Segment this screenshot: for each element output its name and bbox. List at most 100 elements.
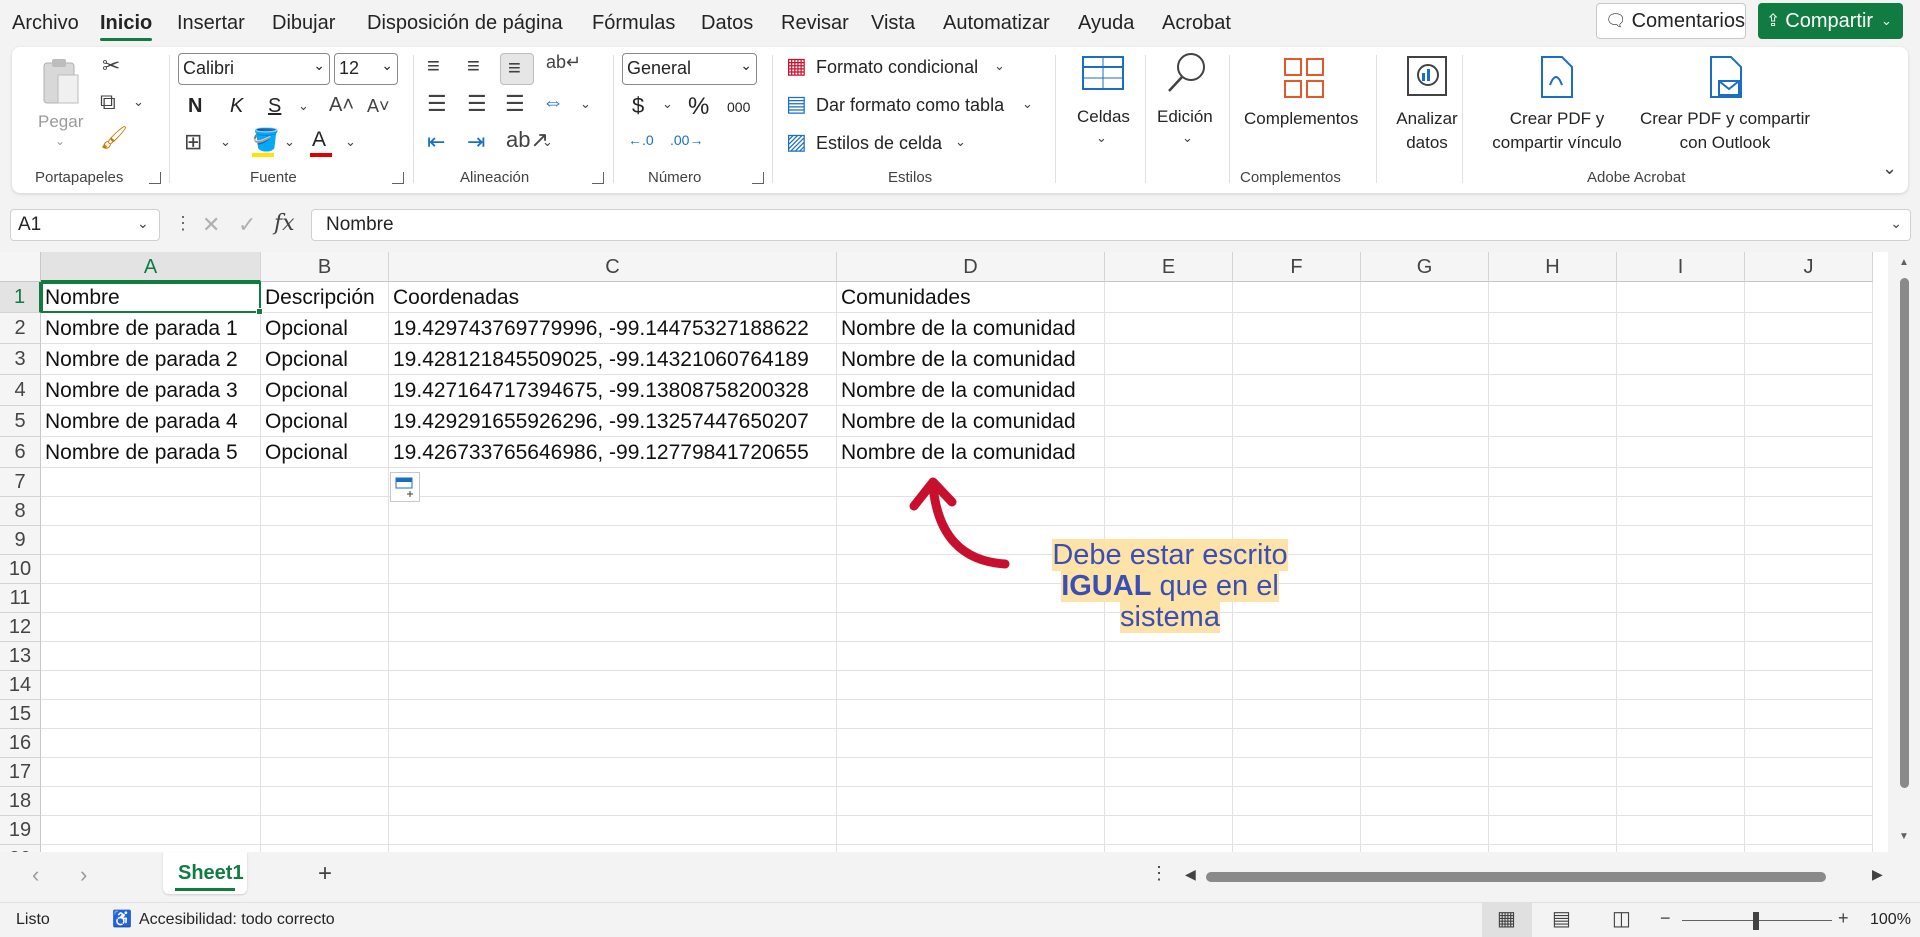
cell-a8[interactable] [41, 497, 261, 526]
cell-a14[interactable] [41, 671, 261, 700]
cell-i1[interactable] [1617, 282, 1745, 313]
cell-a6[interactable]: Nombre de parada 5 [41, 437, 261, 468]
cell-j15[interactable] [1745, 700, 1873, 729]
number-launcher-icon[interactable] [752, 172, 764, 184]
cell-g8[interactable] [1361, 497, 1489, 526]
cell-c6[interactable]: 19.426733765646986, -99.12779841720655 [389, 437, 837, 468]
cell-h16[interactable] [1489, 729, 1617, 758]
cell-d15[interactable] [837, 700, 1105, 729]
cell-j12[interactable] [1745, 613, 1873, 642]
borders-icon[interactable]: ⊞ [184, 131, 202, 153]
cell-c4[interactable]: 19.427164717394675, -99.13808758200328 [389, 375, 837, 406]
align-bottom-button[interactable]: ≡ [500, 53, 534, 85]
cell-a19[interactable] [41, 816, 261, 845]
cell-e7[interactable] [1105, 468, 1233, 497]
scroll-down-icon[interactable]: ▼ [1899, 832, 1909, 842]
cell-j18[interactable] [1745, 787, 1873, 816]
cell-e2[interactable] [1105, 313, 1233, 344]
cell-d18[interactable] [837, 787, 1105, 816]
share-button[interactable]: ⇪ Compartir ⌄ [1758, 3, 1903, 39]
cancel-icon[interactable]: ✕ [202, 214, 220, 236]
formula-input[interactable]: Nombre ⌄ [311, 209, 1911, 241]
cell-b13[interactable] [261, 642, 389, 671]
cell-h12[interactable] [1489, 613, 1617, 642]
cell-j10[interactable] [1745, 555, 1873, 584]
cell-g12[interactable] [1361, 613, 1489, 642]
collapse-ribbon-icon[interactable]: ⌄ [1882, 159, 1897, 177]
cell-c3[interactable]: 19.428121845509025, -99.14321060764189 [389, 344, 837, 375]
prev-sheet-icon[interactable]: ‹ [32, 864, 39, 886]
vertical-scroll-thumb[interactable] [1900, 278, 1909, 788]
cell-g20[interactable] [1361, 845, 1489, 852]
cell-a3[interactable]: Nombre de parada 2 [41, 344, 261, 375]
cell-g18[interactable] [1361, 787, 1489, 816]
cell-i4[interactable] [1617, 375, 1745, 406]
cell-e19[interactable] [1105, 816, 1233, 845]
decrease-indent-icon[interactable]: ⇤ [427, 131, 445, 153]
cell-j8[interactable] [1745, 497, 1873, 526]
cell-b3[interactable]: Opcional [261, 344, 389, 375]
cell-d13[interactable] [837, 642, 1105, 671]
menu-disposicion[interactable]: Disposición de página [367, 12, 563, 35]
cell-b1[interactable]: Descripción [261, 282, 389, 313]
chevron-down-icon[interactable]: ⌄ [662, 97, 673, 110]
cell-f2[interactable] [1233, 313, 1361, 344]
cell-i12[interactable] [1617, 613, 1745, 642]
cell-g7[interactable] [1361, 468, 1489, 497]
cell-h5[interactable] [1489, 406, 1617, 437]
create-pdf-outlook-button[interactable]: Crear PDF y compartir con Outlook [1620, 51, 1830, 161]
cell-e17[interactable] [1105, 758, 1233, 787]
cell-g16[interactable] [1361, 729, 1489, 758]
cell-a7[interactable] [41, 468, 261, 497]
cell-d6[interactable]: Nombre de la comunidad [837, 437, 1105, 468]
cell-e6[interactable] [1105, 437, 1233, 468]
cell-i16[interactable] [1617, 729, 1745, 758]
cell-b4[interactable]: Opcional [261, 375, 389, 406]
editing-button[interactable]: Edición ⌄ [1147, 51, 1227, 151]
paste-button[interactable] [40, 57, 80, 107]
cell-j7[interactable] [1745, 468, 1873, 497]
column-header-e[interactable]: E [1105, 252, 1233, 282]
cell-i11[interactable] [1617, 584, 1745, 613]
cell-g14[interactable] [1361, 671, 1489, 700]
column-header-i[interactable]: I [1617, 252, 1745, 282]
currency-button[interactable]: $ [632, 93, 644, 119]
cell-i20[interactable] [1617, 845, 1745, 852]
cell-j19[interactable] [1745, 816, 1873, 845]
cell-h13[interactable] [1489, 642, 1617, 671]
cell-g2[interactable] [1361, 313, 1489, 344]
row-header-6[interactable]: 6 [0, 437, 41, 468]
cell-f5[interactable] [1233, 406, 1361, 437]
cell-i18[interactable] [1617, 787, 1745, 816]
chevron-down-icon[interactable]: ⌄ [220, 135, 231, 148]
enter-icon[interactable]: ✓ [238, 214, 256, 236]
cell-j9[interactable] [1745, 526, 1873, 555]
cell-c5[interactable]: 19.429291655926296, -99.13257447650207 [389, 406, 837, 437]
cell-g6[interactable] [1361, 437, 1489, 468]
font-color-icon[interactable]: A [312, 129, 326, 150]
cell-d20[interactable] [837, 845, 1105, 852]
menu-vista[interactable]: Vista [871, 12, 915, 35]
cell-a13[interactable] [41, 642, 261, 671]
quick-analysis-button[interactable] [390, 472, 420, 502]
row-header-19[interactable]: 19 [0, 816, 41, 845]
more-sheets-icon[interactable]: ⋮ [1150, 864, 1168, 882]
cell-h2[interactable] [1489, 313, 1617, 344]
addins-button[interactable]: Complementos [1234, 51, 1374, 151]
cell-b10[interactable] [261, 555, 389, 584]
cell-d4[interactable]: Nombre de la comunidad [837, 375, 1105, 406]
cell-h14[interactable] [1489, 671, 1617, 700]
cell-a2[interactable]: Nombre de parada 1 [41, 313, 261, 344]
font-launcher-icon[interactable] [392, 172, 404, 184]
cell-c8[interactable] [389, 497, 837, 526]
decrease-decimal-icon[interactable]: .00→ [670, 133, 703, 147]
cell-c2[interactable]: 19.429743769779996, -99.14475327188622 [389, 313, 837, 344]
cell-c12[interactable] [389, 613, 837, 642]
cell-f14[interactable] [1233, 671, 1361, 700]
cell-i19[interactable] [1617, 816, 1745, 845]
row-header-8[interactable]: 8 [0, 497, 41, 526]
analyze-data-button[interactable]: Analizar datos [1382, 51, 1472, 161]
fill-handle[interactable] [256, 308, 263, 315]
cell-i5[interactable] [1617, 406, 1745, 437]
cell-g11[interactable] [1361, 584, 1489, 613]
